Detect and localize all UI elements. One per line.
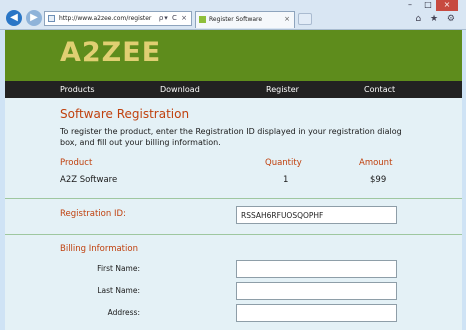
address-bar[interactable]: http://www.a2zee.com/register ρ▾ C × [44,11,192,26]
minimize-icon[interactable]: – [402,0,418,11]
cell-amount: $99 [370,175,387,185]
back-arrow-icon[interactable]: ◀ [6,10,22,26]
tab-register-software[interactable]: Register Software × [195,11,295,28]
close-window-icon[interactable]: × [436,0,458,11]
page-icon [48,15,55,22]
nav-products[interactable]: Products [60,81,95,98]
new-tab-button[interactable] [298,13,312,25]
divider [5,234,462,235]
nav-register[interactable]: Register [266,81,299,98]
first-name-input[interactable] [236,260,397,278]
window-controls: – □ × [398,0,458,12]
registration-id-input[interactable] [236,206,397,224]
browser-toolbar: ◀ ▶ http://www.a2zee.com/register ρ▾ C ×… [0,0,466,30]
first-name-label: First Name: [97,264,140,273]
toolbar-icons[interactable]: ⌂ ★ ⚙ [415,14,458,24]
address-url: http://www.a2zee.com/register [59,15,152,22]
registration-id-label: Registration ID: [60,209,126,219]
maximize-icon[interactable]: □ [420,0,436,11]
page-description: To register the product, enter the Regis… [60,127,402,147]
tab-title: Register Software [209,16,263,23]
divider [5,198,462,199]
tab-close-icon[interactable]: × [284,12,290,27]
header-quantity: Quantity [265,158,302,168]
page-title: Software Registration [60,107,190,121]
nav-contact[interactable]: Contact [364,81,395,98]
web-page: A2ZEE Products Download Register Contact… [5,30,462,330]
site-nav: Products Download Register Contact [5,81,462,98]
header-product: Product [60,158,93,168]
last-name-label: Last Name: [97,286,140,295]
forward-arrow-icon[interactable]: ▶ [26,10,42,26]
site-header: A2ZEE [5,30,462,81]
tab-favicon-icon [199,16,206,23]
site-logo[interactable]: A2ZEE [60,37,161,68]
address-actions[interactable]: ρ▾ C × [159,12,188,25]
billing-title: Billing Information [60,244,138,254]
nav-download[interactable]: Download [160,81,200,98]
address-input[interactable] [236,304,397,322]
last-name-input[interactable] [236,282,397,300]
cell-product: A2Z Software [60,175,118,185]
address-label: Address: [107,308,140,317]
header-amount: Amount [359,158,393,168]
window-frame-edge [462,30,466,330]
cell-quantity: 1 [283,175,289,185]
